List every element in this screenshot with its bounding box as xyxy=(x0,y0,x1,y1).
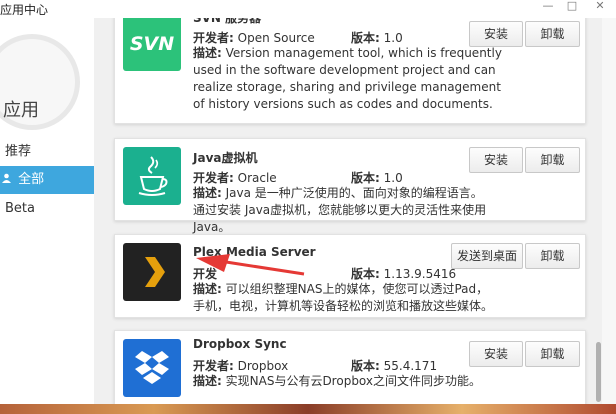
sidebar-item-label: 推荐 xyxy=(5,144,32,159)
install-button[interactable]: 安装 xyxy=(469,21,523,47)
sidebar: 应用 推荐 全部 Beta xyxy=(0,18,94,414)
svn-logo: SVN xyxy=(123,18,181,71)
scrollbar-thumb[interactable] xyxy=(596,342,601,402)
avatar-label: 应用 xyxy=(3,100,39,121)
uninstall-button[interactable]: 卸载 xyxy=(525,21,580,47)
description: 描述: Version management tool, which is fr… xyxy=(193,46,502,111)
app-name: SVN 服务器 xyxy=(193,18,262,25)
app-name: Dropbox Sync xyxy=(193,337,287,351)
app-card-java: Java虚拟机 开发者: Oracle 版本: 1.0 描述: Java 是一种… xyxy=(114,138,586,234)
sidebar-item-all[interactable]: 全部 xyxy=(0,166,94,194)
close-button[interactable]: ✕ xyxy=(590,0,610,14)
desktop-background xyxy=(0,404,616,414)
app-card-svn: SVN SVN 服务器 开发者: Open Source 版本: 1.0 描述:… xyxy=(114,18,586,124)
version: 版本: 1.13.9.5416 xyxy=(351,267,457,281)
dropbox-logo xyxy=(123,339,181,397)
uninstall-button[interactable]: 卸载 xyxy=(525,341,580,367)
app-card-plex: Plex Media Server 开发 版本: 1.13.9.5416 描述:… xyxy=(114,234,586,318)
plex-logo xyxy=(123,243,181,301)
install-button[interactable]: 安装 xyxy=(469,341,523,367)
sidebar-item-recommend[interactable]: 推荐 xyxy=(0,138,94,166)
uninstall-button[interactable]: 卸载 xyxy=(525,243,580,269)
version: 版本: 55.4.171 xyxy=(351,359,438,373)
minimize-button[interactable]: — xyxy=(538,0,558,14)
annotation-arrow-icon xyxy=(196,254,305,276)
dropbox-icon xyxy=(135,351,169,384)
plex-chevron-icon xyxy=(145,257,165,287)
description: 描述: Java 是一种广泛使用的、面向对象的编程语言。通过安装 Java虚拟机… xyxy=(193,186,487,234)
developer: 开发者: Open Source xyxy=(193,31,315,45)
install-button[interactable]: 安装 xyxy=(469,147,523,173)
description: 描述: 实现NAS与公有云Dropbox之间文件同步功能。 xyxy=(193,374,482,388)
title-bar: 应用中心 — □ ✕ xyxy=(0,0,616,18)
scrollbar-track[interactable] xyxy=(602,18,616,414)
svn-logo-text: SVN xyxy=(130,33,174,55)
version: 版本: 1.0 xyxy=(351,31,403,45)
user-icon xyxy=(2,166,12,194)
developer: 开发者: Dropbox xyxy=(193,359,289,373)
java-cup-icon xyxy=(138,156,168,196)
app-list: SVN SVN 服务器 开发者: Open Source 版本: 1.0 描述:… xyxy=(94,18,602,414)
uninstall-button[interactable]: 卸载 xyxy=(525,147,580,173)
avatar: 应用 xyxy=(0,34,80,130)
sidebar-item-beta[interactable]: Beta xyxy=(0,195,94,223)
java-logo xyxy=(123,147,181,205)
sidebar-item-label: Beta xyxy=(5,201,35,216)
maximize-button[interactable]: □ xyxy=(562,0,582,14)
app-name: Java虚拟机 xyxy=(193,151,258,165)
app-card-dropbox: Dropbox Sync 开发者: Dropbox 版本: 55.4.171 描… xyxy=(114,330,586,414)
send-to-desktop-button[interactable]: 发送到桌面 xyxy=(451,243,523,269)
sidebar-item-label: 全部 xyxy=(18,172,45,187)
version: 版本: 1.0 xyxy=(351,171,403,185)
window-title: 应用中心 xyxy=(0,3,49,17)
developer: 开发者: Oracle xyxy=(193,171,277,185)
